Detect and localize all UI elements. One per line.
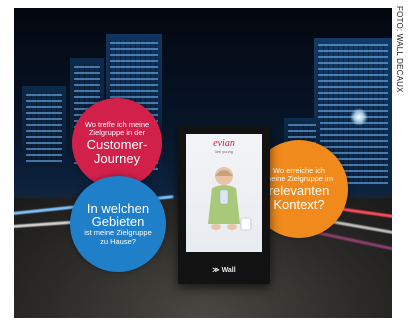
building-left [22,86,66,166]
street-lamp-glow [350,108,368,126]
bubble-context-big1: relevanten [268,182,330,198]
bubble-areas-big1: In welchen [86,200,150,216]
wall-chevron-icon: ≫ [212,267,220,274]
bubble-customer-journey-big1: Customer- [86,136,148,152]
bubble-areas: In welchen Gebieten ist meine Zielgruppe… [70,176,166,272]
bubble-areas-big2: Gebieten [91,214,145,230]
photo-credit: FOTO: WALL DECAUX [395,6,404,93]
bubble-areas-line2: zu Hause? [100,236,136,246]
wall-logo-text: Wall [221,267,236,274]
advertising-kiosk: evian live young ≫ Wall [178,126,270,284]
wall-logo: ≫ Wall [178,266,270,274]
kiosk-ad-screen: evian live young [186,134,262,252]
baby-illustration [208,167,252,231]
bubble-customer-journey-big2: Journey [93,150,141,166]
bubble-context-big2: Kontext? [273,196,325,212]
bubble-customer-journey: Wo treffe ich meine Zielgruppe in der Cu… [72,98,162,188]
city-night-photo: Wo treffe ich meine Zielgruppe in der Cu… [14,8,392,318]
